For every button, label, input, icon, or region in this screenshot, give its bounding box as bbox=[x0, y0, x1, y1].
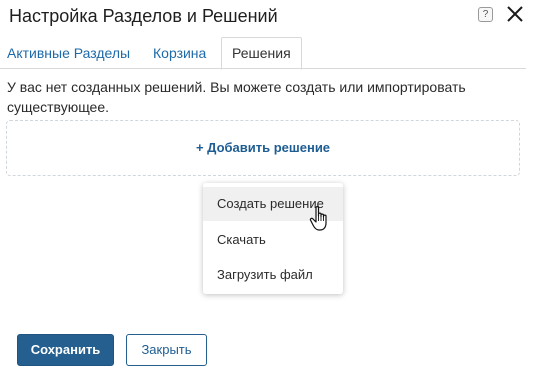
tab-bar: Активные Разделы Корзина Решения bbox=[0, 37, 526, 70]
tabs-divider bbox=[0, 68, 526, 69]
save-button[interactable]: Сохранить bbox=[17, 334, 114, 366]
close-icon[interactable] bbox=[506, 5, 524, 23]
tab-solutions[interactable]: Решения bbox=[221, 37, 302, 70]
empty-solutions-message: У вас нет созданных решений. Вы можете с… bbox=[7, 79, 466, 115]
add-solution-menu: Создать решение Скачать Загрузить файл bbox=[203, 183, 343, 294]
dialog-title: Настройка Разделов и Решений bbox=[9, 6, 278, 26]
tab-active-sections[interactable]: Активные Разделы bbox=[7, 37, 130, 69]
add-solution-button[interactable]: + Добавить решение bbox=[7, 121, 519, 177]
tab-trash[interactable]: Корзина bbox=[153, 37, 206, 69]
add-solution-area: + Добавить решение bbox=[6, 120, 520, 176]
settings-dialog: Настройка Разделов и Решений ? Активные … bbox=[0, 0, 534, 375]
help-icon[interactable]: ? bbox=[478, 7, 493, 22]
menu-item-upload-file[interactable]: Загрузить файл bbox=[203, 258, 343, 292]
hand-pointer-icon bbox=[309, 206, 327, 231]
close-button[interactable]: Закрыть bbox=[126, 334, 207, 366]
